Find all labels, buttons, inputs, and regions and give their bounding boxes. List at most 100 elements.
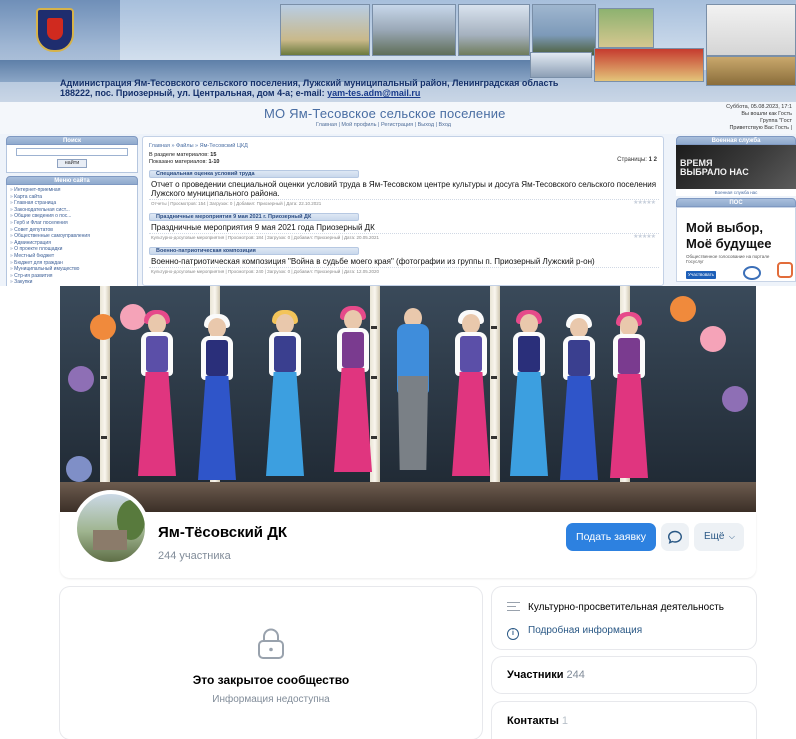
menu-item[interactable]: Законодательная сист... [10,207,134,214]
gosuslugi-icon [777,262,793,278]
header-photo [530,52,592,78]
article-title[interactable]: Отчет о проведении специальной оценки ус… [149,180,659,198]
performer [452,310,490,494]
performer [394,306,434,494]
contacts-section-title[interactable]: Контакты 1 [507,715,568,727]
menu-item[interactable]: Администрация [10,240,134,247]
performer [334,306,372,494]
info-icon: i [507,628,519,640]
article-meta: Культурно-досуговые мероприятия | Просмо… [149,233,659,240]
header-photo [598,8,654,48]
community-cover-photo [60,286,756,512]
header-photo [372,4,456,56]
performer [510,310,548,494]
article-category[interactable]: Специальная оценка условий труда [149,170,359,178]
article-meta: Отчеты | Просмотров: 154 | Загрузок: 0 |… [149,199,659,206]
menu-item[interactable]: Местный бюджет [10,253,134,260]
lock-icon [258,628,284,659]
menu-panel-header: Меню сайта [6,176,138,185]
flower-decoration [68,366,94,392]
performer [560,314,598,494]
community-members-count[interactable]: 244 участника [158,550,231,562]
more-button[interactable]: Ещё ⌵ [694,523,744,551]
header-photo [706,4,796,56]
article-entry: Праздничные мероприятия 9 мая 2021 г. Пр… [149,213,659,240]
performer [610,312,648,494]
flower-decoration [90,314,116,340]
menu-item[interactable]: Совет депутатов [10,227,134,234]
article-category[interactable]: Военно-патриотическая композиция [149,247,359,255]
menu-item[interactable]: Муниципальный имущество [10,266,134,273]
military-service-header: Военная служба [676,136,796,145]
performer [198,314,236,494]
flower-decoration [670,296,696,322]
files-content: Главная » Файлы » Ям-Тесовский ЦКД В раз… [142,136,664,286]
flower-decoration [66,456,92,482]
flower-decoration [700,326,726,352]
apply-button[interactable]: Подать заявку [566,523,656,551]
message-icon [667,530,683,544]
menu-item[interactable]: Стр-ия развития [10,273,134,280]
list-icon [507,602,520,611]
pos-header: ПОС [676,198,796,207]
participate-button[interactable]: Участвовать [686,271,716,279]
site-top-links[interactable]: Главная | Мой профиль | Регистрация | Вы… [316,122,451,128]
article-meta: Культурно-досуговые мероприятия | Просмо… [149,267,659,274]
menu-item[interactable]: Бюджет для граждан [10,260,134,267]
search-panel-header: Поиск [6,136,138,145]
header-photo [458,4,530,56]
site-header: Администрация Ям-Тесовского сельского по… [0,0,796,102]
breadcrumb[interactable]: Главная » Файлы » Ям-Тесовский ЦКД [149,143,248,149]
shown-count: Показано материалов: 1-10 [149,159,220,165]
menu-item[interactable]: Главная страница [10,200,134,207]
municipal-website-screenshot: Администрация Ям-Тесовского сельского по… [0,0,796,286]
military-banner[interactable]: ВРЕМЯ ВЫБРАЛО НАС [676,145,796,189]
right-sidebar: Военная служба ВРЕМЯ ВЫБРАЛО НАС Военная… [676,136,796,286]
site-search-input[interactable] [16,148,128,156]
message-button[interactable] [661,523,689,551]
menu-item[interactable]: Закупки [10,279,134,286]
materials-count: В разделе материалов: 15 [149,152,217,158]
site-search-button[interactable]: найти [57,159,87,168]
article-entry: Военно-патриотическая композиция Военно-… [149,247,659,274]
article-category[interactable]: Праздничные мероприятия 9 мая 2021 г. Пр… [149,213,359,221]
coat-of-arms-icon [36,8,74,52]
military-banner-link[interactable]: Военная служба нас [676,189,796,196]
pagination[interactable]: Страницы: 1 2 [617,157,657,163]
header-photo [594,48,704,82]
menu-item[interactable]: О проекте площадки [10,246,134,253]
site-title: МО Ям-Тесовское сельское поселение [264,106,506,121]
header-photo [280,4,370,56]
closed-community-title: Это закрытое сообщество [192,673,350,687]
closed-community-subtitle: Информация недоступна [212,694,330,705]
members-section-title[interactable]: Участники 244 [507,669,585,681]
site-user-info: Суббота, 05.08.2023, 17:1 Вы вошли как Г… [726,104,792,131]
site-menu: Интернет-приемная Карта сайта Главная ст… [6,185,138,286]
menu-item[interactable]: Интернет-приемная [10,187,134,194]
chevron-down-icon: ⌵ [728,532,735,541]
rating-stars-icon: ★★★★★ [633,200,656,206]
menu-item[interactable]: Карта сайта [10,194,134,201]
article-title[interactable]: Праздничные мероприятия 9 мая 2021 года … [149,223,659,232]
header-photo [706,56,796,86]
vote-banner[interactable]: Мой выбор, Моё будущее Общественное голо… [676,207,796,282]
vote-icon [743,266,761,280]
community-name: Ям-Тёсовский ДК [158,524,288,541]
details-link[interactable]: i Подробная информация [507,625,642,640]
left-sidebar: Поиск найти Меню сайта Интернет-приемная… [6,136,138,286]
email-link[interactable]: yam-tes.adm@mail.ru [327,88,420,98]
menu-item[interactable]: Общественные самоуправления [10,233,134,240]
menu-item[interactable]: Общие сведения о пос... [10,213,134,220]
closed-community-card [60,587,482,739]
community-category: Культурно-просветительная деятельность [507,602,724,613]
rating-stars-icon: ★★★★★ [633,234,656,240]
article-entry: Специальная оценка условий труда Отчет о… [149,170,659,206]
article-title[interactable]: Военно-патриотическая композиция "Война … [149,257,659,266]
community-avatar[interactable] [73,490,149,566]
site-address: Администрация Ям-Тесовского сельского по… [60,78,559,98]
vk-community-page: Ям-Тёсовский ДК 244 участника Подать зая… [0,286,796,739]
header-photo [532,4,596,56]
menu-item[interactable]: Герб и Флаг поселения [10,220,134,227]
performer [138,310,176,494]
flower-decoration [722,386,748,412]
